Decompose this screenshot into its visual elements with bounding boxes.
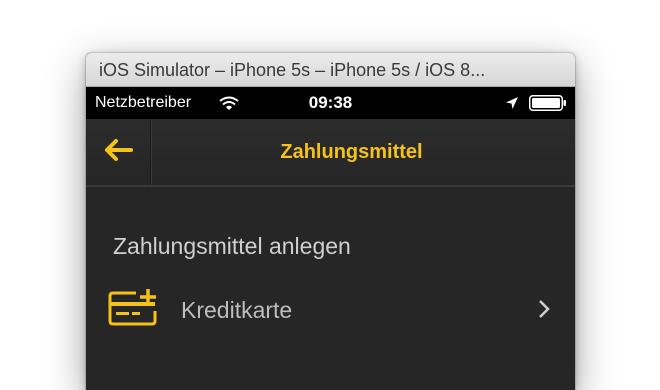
back-button[interactable] (86, 119, 151, 185)
clock-time: 09:38 (308, 93, 353, 112)
nav-title: Zahlungsmittel (280, 141, 423, 163)
status-bar: Netzbetreiber 09:38 (86, 87, 575, 119)
section-title: Zahlungsmittel anlegen (113, 233, 351, 259)
chevron-right-icon (538, 299, 550, 324)
location-arrow-icon (505, 96, 519, 115)
content-area: Zahlungsmittel anlegen Kreditkarte (86, 187, 575, 390)
battery-icon (529, 95, 567, 116)
list-item-kreditkarte[interactable]: Kreditkarte (86, 285, 575, 341)
simulator-window: iOS Simulator – iPhone 5s – iPhone 5s / … (86, 53, 575, 390)
list-item-label: Kreditkarte (181, 297, 293, 323)
back-arrow-icon (105, 139, 133, 161)
window-title: iOS Simulator – iPhone 5s – iPhone 5s / … (86, 53, 575, 87)
navigation-bar: Zahlungsmittel (86, 119, 575, 187)
credit-card-add-icon (108, 287, 160, 332)
